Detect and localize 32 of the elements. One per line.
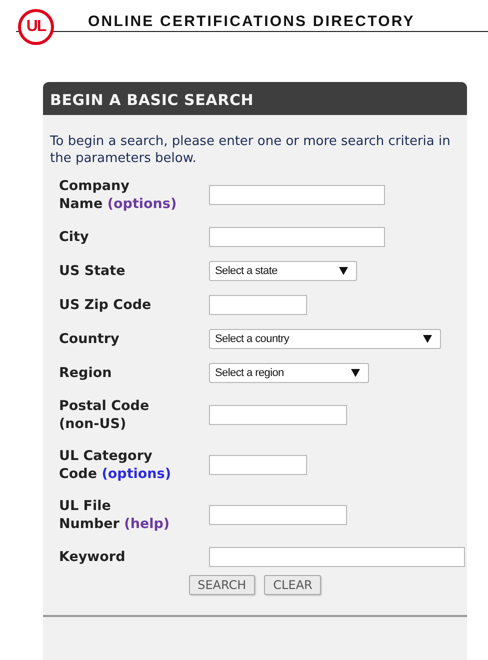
input-field[interactable] <box>209 405 347 425</box>
field-label: Postal Code (non-US) <box>59 397 150 433</box>
field-label: US State <box>59 262 126 280</box>
input-field[interactable] <box>209 227 385 247</box>
field-label: US Zip Code <box>59 296 152 314</box>
field-label: Region <box>59 364 113 382</box>
field-label: City <box>59 228 90 246</box>
logo: UL <box>18 9 54 45</box>
options-link[interactable]: (help) <box>124 516 170 532</box>
input-field[interactable] <box>209 295 307 315</box>
input-field[interactable] <box>209 455 307 475</box>
caret-icon <box>339 267 348 275</box>
input-field[interactable] <box>209 185 385 205</box>
field-label: Country <box>59 330 120 348</box>
form-button[interactable]: SEARCH <box>188 575 256 595</box>
panel-title: BEGIN A BASIC SEARCH <box>43 82 467 115</box>
field-label: Company Name (options) <box>59 177 178 213</box>
field-label: UL File Number (help) <box>59 497 171 533</box>
intro-text: To begin a search, please enter one or more search criteria in the parameters below. <box>49 133 452 168</box>
field-label: UL Category Code (options) <box>59 447 172 483</box>
options-link[interactable]: (options) <box>102 466 171 482</box>
caret-icon <box>351 369 360 377</box>
dropdown[interactable]: Select a region <box>209 363 369 383</box>
options-link[interactable]: (options) <box>107 196 177 212</box>
input-field[interactable] <box>209 547 465 567</box>
field-label: Keyword <box>59 548 126 566</box>
site-title: ONLINE CERTIFICATIONS DIRECTORY <box>88 13 415 30</box>
dropdown[interactable]: Select a state <box>209 261 357 281</box>
dropdown[interactable]: Select a country <box>209 329 441 349</box>
form-button[interactable]: CLEAR <box>264 575 322 595</box>
caret-icon <box>423 335 432 343</box>
input-field[interactable] <box>209 505 347 525</box>
